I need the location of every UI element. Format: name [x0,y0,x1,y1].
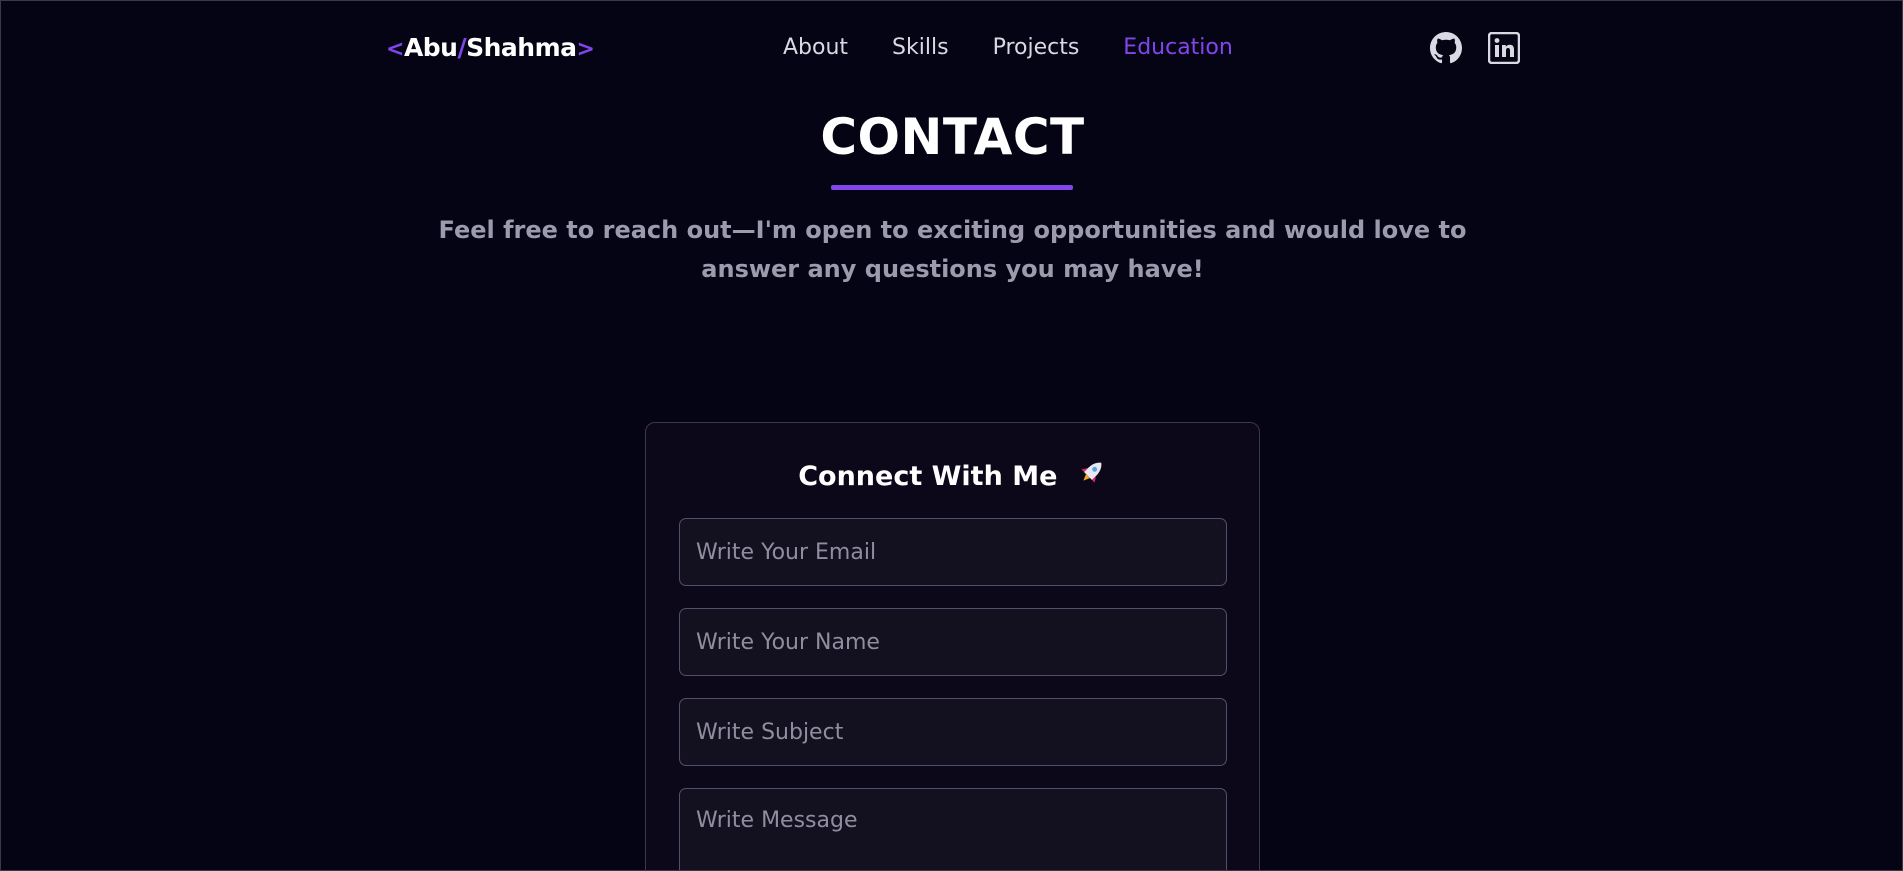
rocket-icon [1077,457,1107,498]
logo-open-bracket: < [386,37,404,62]
logo-slash: / [457,33,467,62]
logo-last-name: Shahma [466,33,577,62]
logo[interactable]: <Abu/Shahma> [386,31,595,67]
email-field[interactable] [679,518,1227,586]
linkedin-icon[interactable] [1487,31,1521,65]
subject-field[interactable] [679,698,1227,766]
nav-link-projects[interactable]: Projects [993,32,1080,64]
form-title-text: Connect With Me [798,461,1058,492]
name-field[interactable] [679,608,1227,676]
contact-page: <Abu/Shahma> About Skills Projects Educa… [0,0,1903,871]
github-icon[interactable] [1429,31,1463,65]
form-title: Connect With Me [646,457,1259,498]
navbar: <Abu/Shahma> About Skills Projects Educa… [1,1,1902,95]
message-field[interactable] [679,788,1227,870]
nav-link-about[interactable]: About [783,32,848,64]
nav-link-skills[interactable]: Skills [892,32,949,64]
contact-form-card: Connect With Me [645,422,1260,870]
contact-subtitle: Feel free to reach out—I'm open to excit… [438,216,1467,283]
social-links [1429,31,1521,65]
logo-close-bracket: > [576,37,595,62]
logo-first-name: Abu [403,33,458,62]
title-underline [831,185,1073,190]
nav-links: About Skills Projects Education [783,32,1233,64]
contact-title: CONTACT [820,108,1085,166]
nav-link-education[interactable]: Education [1123,32,1233,64]
